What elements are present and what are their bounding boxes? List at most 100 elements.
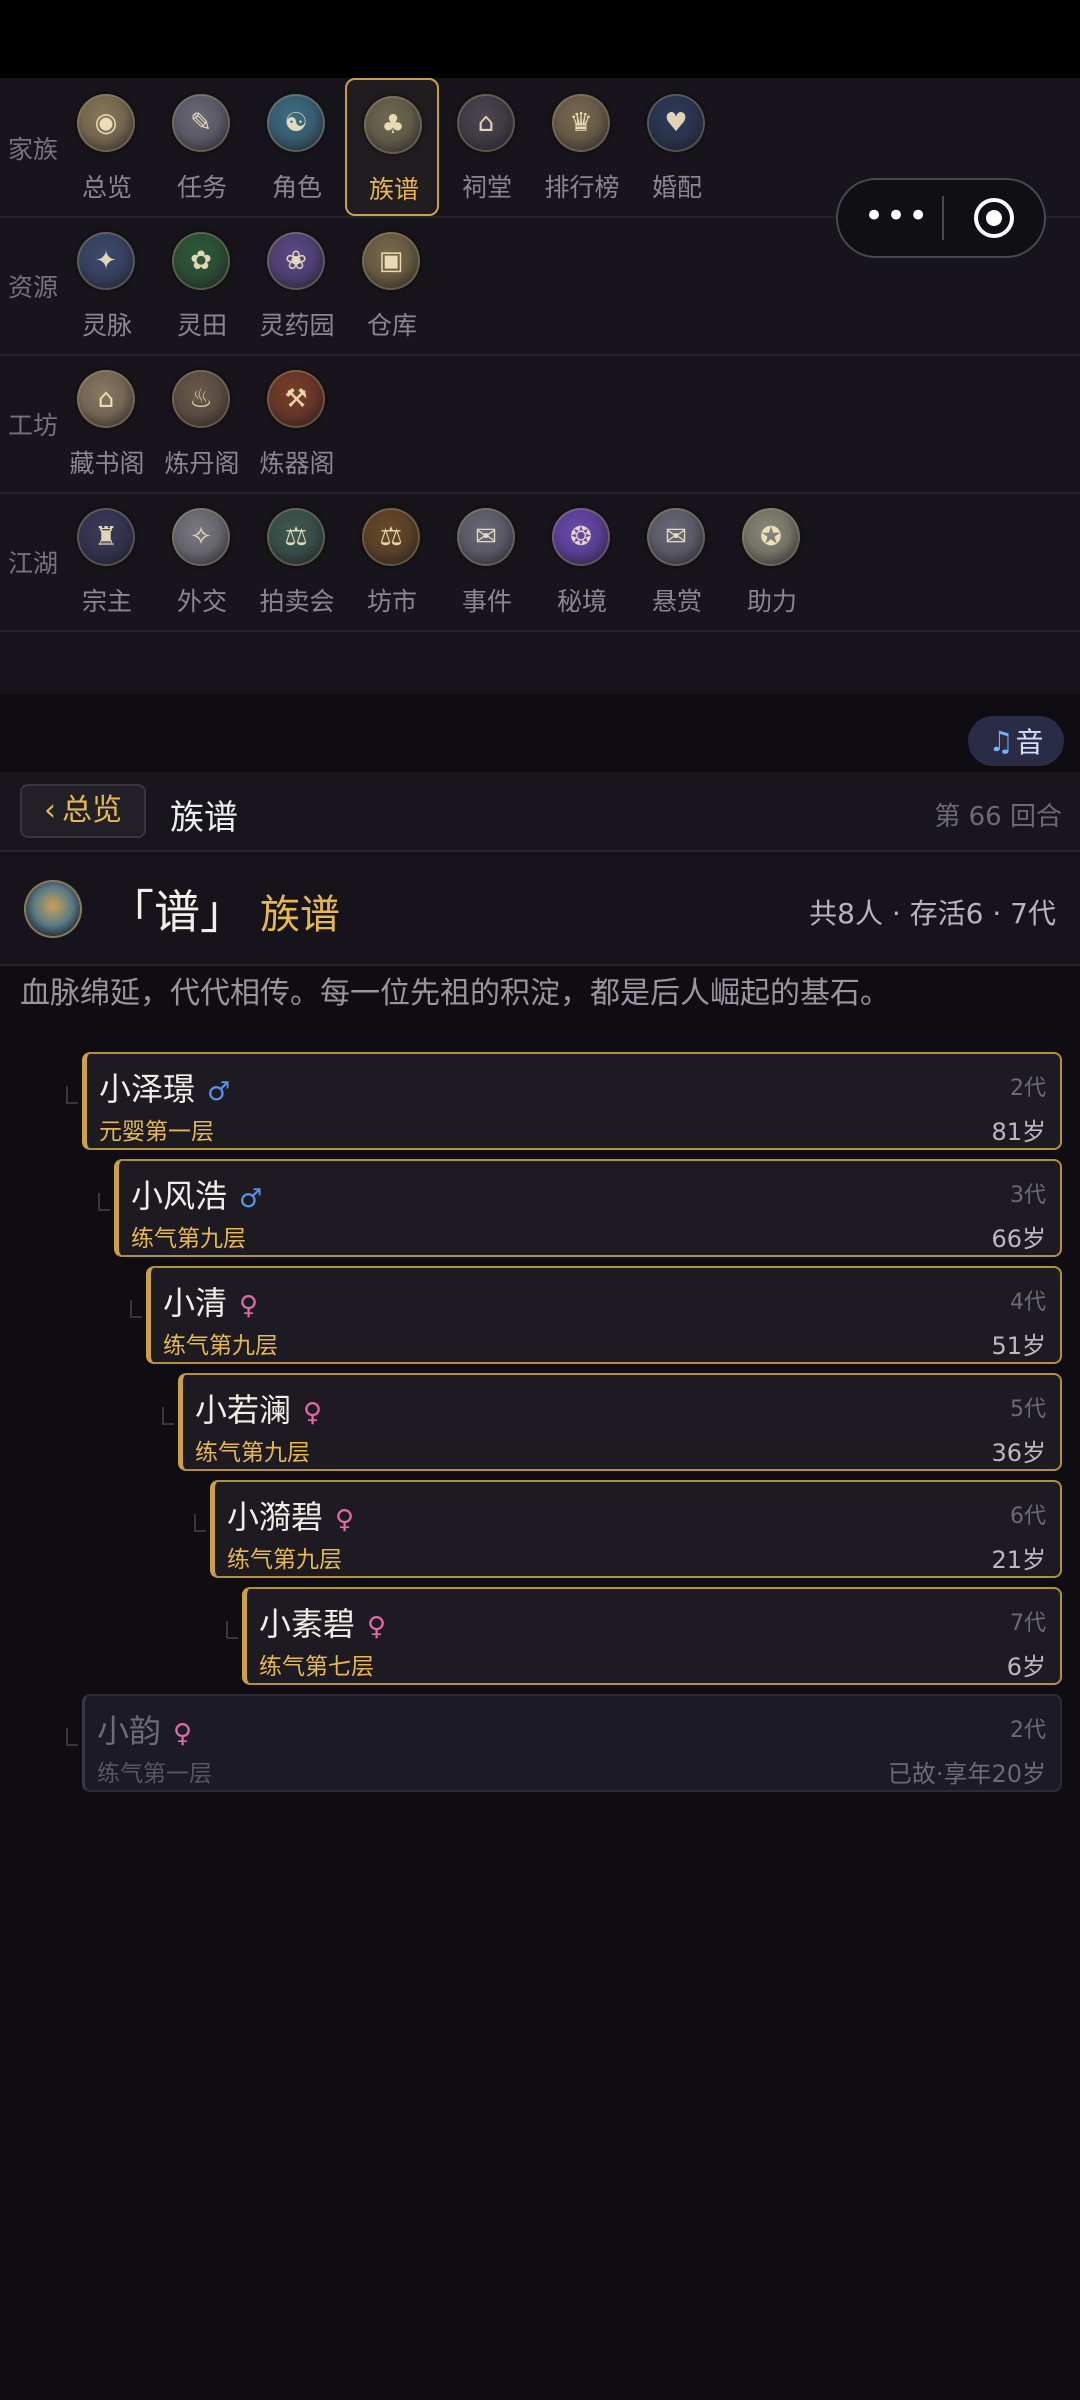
member-name: 小风浩 — [131, 1177, 228, 1215]
member-generation: 4代 — [1010, 1290, 1046, 1315]
member-card-deceased[interactable]: 小韵 ♀ 练气第一层 2代 已故·享年20岁 — [82, 1694, 1062, 1792]
herb-garden-icon: ❀ — [267, 232, 325, 290]
nav-panel: 家族 ◉ 总览 ✎ 任务 ☯ 角色 ♣ 族谱 ⌂ 祠堂 ♛ 排行榜 ♥ 婚配 资源 ✦ 灵脉 ✿ 灵田 ❀ 灵药园 ▣ 仓库工… — [0, 78, 1080, 766]
chevron-left-icon: ‹ — [44, 793, 56, 828]
nav-item-label: 秘境 — [556, 587, 607, 616]
nav-item-family-tree[interactable]: ♣ 族谱 — [345, 78, 439, 216]
nav-item-label: 外交 — [176, 587, 227, 616]
nav-row-label: 江湖 — [8, 549, 59, 578]
back-label: 总览 — [62, 793, 122, 828]
nav-item-label: 灵脉 — [81, 311, 132, 340]
female-gender-icon: ♀ — [173, 1719, 193, 1749]
tree-connector — [98, 1193, 110, 1211]
member-name: 小素碧 — [259, 1605, 356, 1643]
nav-item-boost[interactable]: ✪ 助力 — [725, 492, 819, 630]
female-gender-icon: ♀ — [335, 1505, 355, 1535]
nav-item-auction[interactable]: ⚖ 拍卖会 — [250, 492, 344, 630]
more-menu-icon[interactable]: ••• — [864, 199, 928, 236]
member-generation: 2代 — [1010, 1076, 1046, 1101]
nav-item-spirit-field[interactable]: ✿ 灵田 — [155, 216, 249, 354]
round-counter: 第 66 回合 — [934, 802, 1062, 832]
member-card[interactable]: 小风浩 ♂ 练气第九层 3代 66岁 — [114, 1159, 1062, 1257]
status-bar — [0, 0, 1080, 78]
member-generation: 3代 — [1010, 1183, 1046, 1208]
event-icon: ✉ — [457, 508, 515, 566]
member-card[interactable]: 小若澜 ♀ 练气第九层 5代 36岁 — [178, 1373, 1062, 1471]
nav-item-label: 婚配 — [651, 173, 702, 202]
capsule-divider — [942, 196, 944, 240]
nav-item-quest[interactable]: ✎ 任务 — [155, 78, 249, 216]
nav-item-secret-realm[interactable]: ❂ 秘境 — [535, 492, 629, 630]
member-realm: 练气第七层 — [259, 1654, 374, 1680]
nav-row: 工坊 ⌂ 藏书阁 ♨ 炼丹阁 ⚒ 炼器阁 — [0, 354, 1080, 494]
page-description: 血脉绵延，代代相传。每一位先祖的积淀，都是后人崛起的基石。 — [20, 976, 890, 1011]
nav-item-label: 坊市 — [366, 587, 417, 616]
nav-item-diplomacy[interactable]: ✧ 外交 — [155, 492, 249, 630]
nav-item-label: 藏书阁 — [69, 449, 145, 478]
nav-item-alchemy[interactable]: ♨ 炼丹阁 — [155, 354, 249, 492]
member-realm: 练气第九层 — [163, 1333, 278, 1359]
nav-item-label: 族谱 — [368, 175, 419, 204]
quest-icon: ✎ — [172, 94, 230, 152]
member-card[interactable]: 小漪碧 ♀ 练气第九层 6代 21岁 — [210, 1480, 1062, 1578]
member-name-line: 小素碧 ♀ — [259, 1599, 386, 1645]
music-label: 音 — [1015, 726, 1044, 759]
nav-item-label: 事件 — [461, 587, 512, 616]
page-name: 族谱 — [260, 892, 340, 938]
family-tree-emblem-icon — [24, 880, 82, 938]
male-gender-icon: ♂ — [207, 1077, 231, 1107]
nav-row-label: 工坊 — [8, 411, 59, 440]
nav-item-label: 任务 — [176, 173, 227, 202]
member-card[interactable]: 小素碧 ♀ 练气第七层 7代 6岁 — [242, 1587, 1062, 1685]
member-realm: 练气第九层 — [227, 1547, 342, 1573]
member-name-line: 小风浩 ♂ — [131, 1171, 262, 1217]
member-age: 36岁 — [991, 1439, 1046, 1467]
member-age: 51岁 — [991, 1332, 1046, 1360]
page-header: ‹ 总览 族谱 第 66 回合 — [0, 772, 1080, 852]
member-card[interactable]: 小泽璟 ♂ 元婴第一层 2代 81岁 — [82, 1052, 1062, 1150]
library-icon: ⌂ — [77, 370, 135, 428]
nav-item-forge[interactable]: ⚒ 炼器阁 — [250, 354, 344, 492]
spirit-vein-icon: ✦ — [77, 232, 135, 290]
nav-item-overview[interactable]: ◉ 总览 — [60, 78, 154, 216]
nav-item-sect-master[interactable]: ♜ 宗主 — [60, 492, 154, 630]
member-realm: 练气第九层 — [195, 1440, 310, 1466]
alchemy-icon: ♨ — [172, 370, 230, 428]
member-age: 21岁 — [991, 1546, 1046, 1574]
nav-item-market[interactable]: ⚖ 坊市 — [345, 492, 439, 630]
nav-item-character[interactable]: ☯ 角色 — [250, 78, 344, 216]
nav-item-event[interactable]: ✉ 事件 — [440, 492, 534, 630]
nav-item-warehouse[interactable]: ▣ 仓库 — [345, 216, 439, 354]
nav-item-marriage[interactable]: ♥ 婚配 — [630, 78, 724, 216]
nav-item-ancestral-hall[interactable]: ⌂ 祠堂 — [440, 78, 534, 216]
back-button[interactable]: ‹ 总览 — [20, 784, 146, 838]
nav-item-leaderboard[interactable]: ♛ 排行榜 — [535, 78, 629, 216]
nav-item-spirit-vein[interactable]: ✦ 灵脉 — [60, 216, 154, 354]
page-bracket-title: 「谱」 — [108, 885, 246, 939]
bounty-icon: ✉ — [647, 508, 705, 566]
member-realm: 练气第一层 — [97, 1761, 212, 1787]
ancestral-hall-icon: ⌂ — [457, 94, 515, 152]
close-target-icon[interactable] — [974, 198, 1014, 238]
music-toggle-button[interactable]: ♫ 音 — [968, 716, 1064, 766]
nav-item-label: 祠堂 — [461, 173, 512, 202]
nav-item-label: 炼器阁 — [259, 449, 335, 478]
member-generation: 7代 — [1010, 1611, 1046, 1636]
marriage-icon: ♥ — [647, 94, 705, 152]
member-name: 小韵 — [97, 1712, 162, 1750]
nav-item-bounty[interactable]: ✉ 悬赏 — [630, 492, 724, 630]
market-icon: ⚖ — [362, 508, 420, 566]
nav-item-library[interactable]: ⌂ 藏书阁 — [60, 354, 154, 492]
tree-connector — [162, 1407, 174, 1425]
member-card[interactable]: 小清 ♀ 练气第九层 4代 51岁 — [146, 1266, 1062, 1364]
member-name: 小清 — [163, 1284, 228, 1322]
member-age: 81岁 — [991, 1118, 1046, 1146]
tree-connector — [66, 1086, 78, 1104]
nav-row-label: 家族 — [8, 135, 59, 164]
tree-connector — [226, 1621, 238, 1639]
music-note-icon: ♫ — [988, 724, 1014, 758]
nav-item-label: 总览 — [81, 173, 132, 202]
nav-item-herb-garden[interactable]: ❀ 灵药园 — [250, 216, 344, 354]
diplomacy-icon: ✧ — [172, 508, 230, 566]
female-gender-icon: ♀ — [239, 1291, 259, 1321]
